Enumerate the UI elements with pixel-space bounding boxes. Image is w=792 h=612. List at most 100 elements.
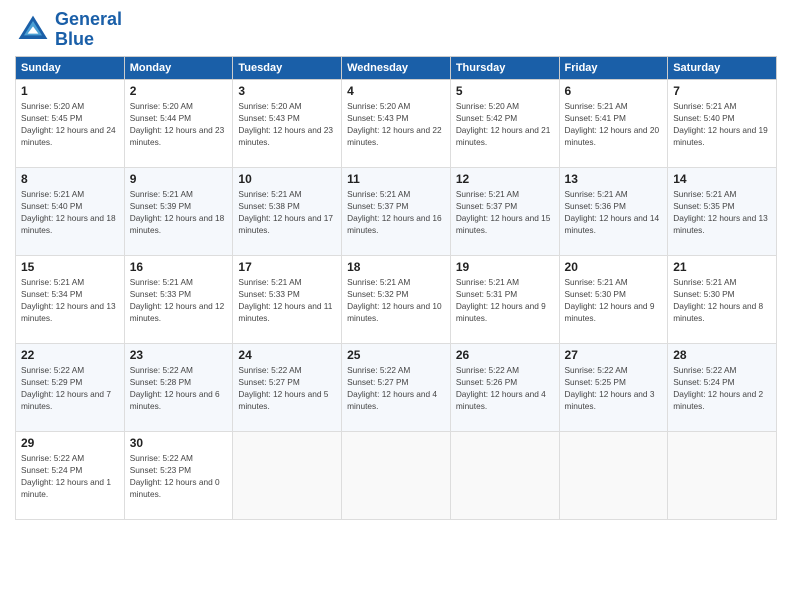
- day-cell: [559, 431, 668, 519]
- day-number: 26: [456, 348, 554, 362]
- sunset-text: Sunset: 5:25 PM: [565, 377, 626, 387]
- col-sunday: Sunday: [16, 56, 125, 79]
- day-number: 22: [21, 348, 119, 362]
- sunrise-text: Sunrise: 5:22 AM: [130, 365, 193, 375]
- sunset-text: Sunset: 5:28 PM: [130, 377, 191, 387]
- daylight-text: Daylight: 12 hours and 6 minutes.: [130, 389, 220, 411]
- sunrise-text: Sunrise: 5:21 AM: [456, 189, 519, 199]
- day-cell: 14 Sunrise: 5:21 AM Sunset: 5:35 PM Dayl…: [668, 167, 777, 255]
- sunset-text: Sunset: 5:37 PM: [347, 201, 408, 211]
- day-number: 27: [565, 348, 663, 362]
- sunrise-text: Sunrise: 5:20 AM: [130, 101, 193, 111]
- daylight-text: Daylight: 12 hours and 20 minutes.: [565, 125, 660, 147]
- daylight-text: Daylight: 12 hours and 8 minutes.: [673, 301, 763, 323]
- day-cell: 2 Sunrise: 5:20 AM Sunset: 5:44 PM Dayli…: [124, 79, 233, 167]
- day-number: 1: [21, 84, 119, 98]
- day-cell: 3 Sunrise: 5:20 AM Sunset: 5:43 PM Dayli…: [233, 79, 342, 167]
- day-info: Sunrise: 5:21 AM Sunset: 5:30 PM Dayligh…: [673, 276, 771, 324]
- day-number: 20: [565, 260, 663, 274]
- day-cell: 20 Sunrise: 5:21 AM Sunset: 5:30 PM Dayl…: [559, 255, 668, 343]
- day-cell: 19 Sunrise: 5:21 AM Sunset: 5:31 PM Dayl…: [450, 255, 559, 343]
- sunrise-text: Sunrise: 5:21 AM: [238, 277, 301, 287]
- page: General Blue Sunday Monday Tuesday Wedne…: [0, 0, 792, 612]
- header: General Blue: [15, 10, 777, 50]
- day-info: Sunrise: 5:20 AM Sunset: 5:42 PM Dayligh…: [456, 100, 554, 148]
- sunset-text: Sunset: 5:37 PM: [456, 201, 517, 211]
- day-cell: 26 Sunrise: 5:22 AM Sunset: 5:26 PM Dayl…: [450, 343, 559, 431]
- col-friday: Friday: [559, 56, 668, 79]
- sunrise-text: Sunrise: 5:22 AM: [21, 365, 84, 375]
- day-cell: 11 Sunrise: 5:21 AM Sunset: 5:37 PM Dayl…: [342, 167, 451, 255]
- day-cell: 17 Sunrise: 5:21 AM Sunset: 5:33 PM Dayl…: [233, 255, 342, 343]
- daylight-text: Daylight: 12 hours and 14 minutes.: [565, 213, 660, 235]
- sunset-text: Sunset: 5:36 PM: [565, 201, 626, 211]
- day-cell: 9 Sunrise: 5:21 AM Sunset: 5:39 PM Dayli…: [124, 167, 233, 255]
- sunrise-text: Sunrise: 5:20 AM: [21, 101, 84, 111]
- day-info: Sunrise: 5:22 AM Sunset: 5:27 PM Dayligh…: [238, 364, 336, 412]
- day-number: 14: [673, 172, 771, 186]
- day-cell: 4 Sunrise: 5:20 AM Sunset: 5:43 PM Dayli…: [342, 79, 451, 167]
- daylight-text: Daylight: 12 hours and 23 minutes.: [130, 125, 225, 147]
- day-cell: [450, 431, 559, 519]
- day-cell: 12 Sunrise: 5:21 AM Sunset: 5:37 PM Dayl…: [450, 167, 559, 255]
- daylight-text: Daylight: 12 hours and 17 minutes.: [238, 213, 333, 235]
- day-info: Sunrise: 5:21 AM Sunset: 5:36 PM Dayligh…: [565, 188, 663, 236]
- day-number: 19: [456, 260, 554, 274]
- sunset-text: Sunset: 5:43 PM: [347, 113, 408, 123]
- daylight-text: Daylight: 12 hours and 4 minutes.: [347, 389, 437, 411]
- daylight-text: Daylight: 12 hours and 18 minutes.: [21, 213, 116, 235]
- week-row-2: 8 Sunrise: 5:21 AM Sunset: 5:40 PM Dayli…: [16, 167, 777, 255]
- day-number: 6: [565, 84, 663, 98]
- week-row-4: 22 Sunrise: 5:22 AM Sunset: 5:29 PM Dayl…: [16, 343, 777, 431]
- calendar: Sunday Monday Tuesday Wednesday Thursday…: [15, 56, 777, 520]
- logo-icon: [15, 12, 51, 48]
- sunrise-text: Sunrise: 5:21 AM: [673, 189, 736, 199]
- sunrise-text: Sunrise: 5:21 AM: [347, 189, 410, 199]
- daylight-text: Daylight: 12 hours and 9 minutes.: [565, 301, 655, 323]
- sunset-text: Sunset: 5:23 PM: [130, 465, 191, 475]
- col-wednesday: Wednesday: [342, 56, 451, 79]
- day-number: 7: [673, 84, 771, 98]
- sunset-text: Sunset: 5:32 PM: [347, 289, 408, 299]
- sunset-text: Sunset: 5:31 PM: [456, 289, 517, 299]
- day-cell: 6 Sunrise: 5:21 AM Sunset: 5:41 PM Dayli…: [559, 79, 668, 167]
- sunrise-text: Sunrise: 5:22 AM: [565, 365, 628, 375]
- col-saturday: Saturday: [668, 56, 777, 79]
- sunset-text: Sunset: 5:38 PM: [238, 201, 299, 211]
- day-cell: 16 Sunrise: 5:21 AM Sunset: 5:33 PM Dayl…: [124, 255, 233, 343]
- daylight-text: Daylight: 12 hours and 19 minutes.: [673, 125, 768, 147]
- sunset-text: Sunset: 5:29 PM: [21, 377, 82, 387]
- sunrise-text: Sunrise: 5:21 AM: [673, 277, 736, 287]
- daylight-text: Daylight: 12 hours and 21 minutes.: [456, 125, 551, 147]
- sunrise-text: Sunrise: 5:22 AM: [673, 365, 736, 375]
- week-row-3: 15 Sunrise: 5:21 AM Sunset: 5:34 PM Dayl…: [16, 255, 777, 343]
- day-info: Sunrise: 5:21 AM Sunset: 5:38 PM Dayligh…: [238, 188, 336, 236]
- day-number: 21: [673, 260, 771, 274]
- sunrise-text: Sunrise: 5:21 AM: [21, 277, 84, 287]
- sunset-text: Sunset: 5:39 PM: [130, 201, 191, 211]
- daylight-text: Daylight: 12 hours and 10 minutes.: [347, 301, 442, 323]
- day-cell: 21 Sunrise: 5:21 AM Sunset: 5:30 PM Dayl…: [668, 255, 777, 343]
- sunset-text: Sunset: 5:24 PM: [673, 377, 734, 387]
- sunset-text: Sunset: 5:45 PM: [21, 113, 82, 123]
- day-cell: 1 Sunrise: 5:20 AM Sunset: 5:45 PM Dayli…: [16, 79, 125, 167]
- day-info: Sunrise: 5:22 AM Sunset: 5:29 PM Dayligh…: [21, 364, 119, 412]
- day-info: Sunrise: 5:20 AM Sunset: 5:44 PM Dayligh…: [130, 100, 228, 148]
- day-cell: 7 Sunrise: 5:21 AM Sunset: 5:40 PM Dayli…: [668, 79, 777, 167]
- sunrise-text: Sunrise: 5:21 AM: [130, 189, 193, 199]
- sunset-text: Sunset: 5:44 PM: [130, 113, 191, 123]
- day-cell: 18 Sunrise: 5:21 AM Sunset: 5:32 PM Dayl…: [342, 255, 451, 343]
- day-info: Sunrise: 5:21 AM Sunset: 5:37 PM Dayligh…: [347, 188, 445, 236]
- day-number: 13: [565, 172, 663, 186]
- sunrise-text: Sunrise: 5:22 AM: [456, 365, 519, 375]
- day-number: 24: [238, 348, 336, 362]
- day-cell: [233, 431, 342, 519]
- sunrise-text: Sunrise: 5:21 AM: [21, 189, 84, 199]
- day-cell: 10 Sunrise: 5:21 AM Sunset: 5:38 PM Dayl…: [233, 167, 342, 255]
- sunset-text: Sunset: 5:24 PM: [21, 465, 82, 475]
- daylight-text: Daylight: 12 hours and 3 minutes.: [565, 389, 655, 411]
- sunset-text: Sunset: 5:33 PM: [130, 289, 191, 299]
- day-number: 2: [130, 84, 228, 98]
- day-number: 23: [130, 348, 228, 362]
- day-info: Sunrise: 5:21 AM Sunset: 5:40 PM Dayligh…: [673, 100, 771, 148]
